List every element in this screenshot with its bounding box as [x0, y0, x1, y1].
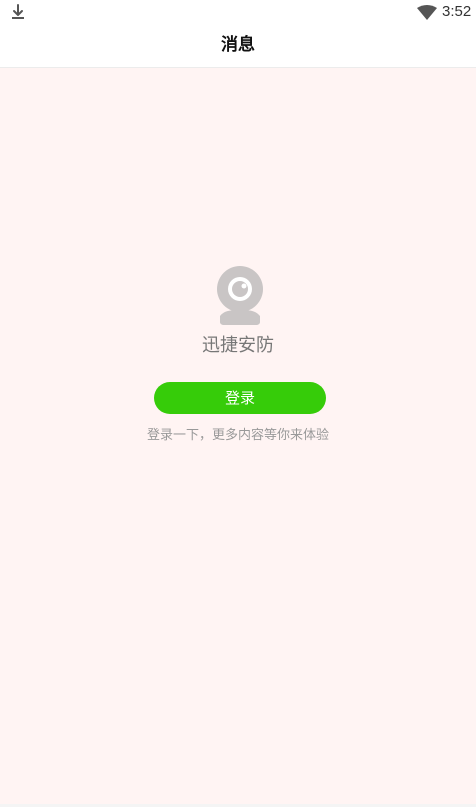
login-hint: 登录一下，更多内容等你来体验 [146, 428, 329, 443]
download-icon [12, 4, 24, 19]
title-bar: 消息 [0, 24, 476, 68]
camera-icon [217, 266, 263, 325]
page-title: 消息 [221, 35, 255, 55]
login-button[interactable]: 登录 [154, 382, 326, 414]
status-bar: 3:52 [0, 0, 476, 24]
app-name: 迅捷安防 [202, 335, 274, 356]
status-time: 3:52 [442, 3, 472, 20]
wifi-icon [417, 5, 437, 20]
